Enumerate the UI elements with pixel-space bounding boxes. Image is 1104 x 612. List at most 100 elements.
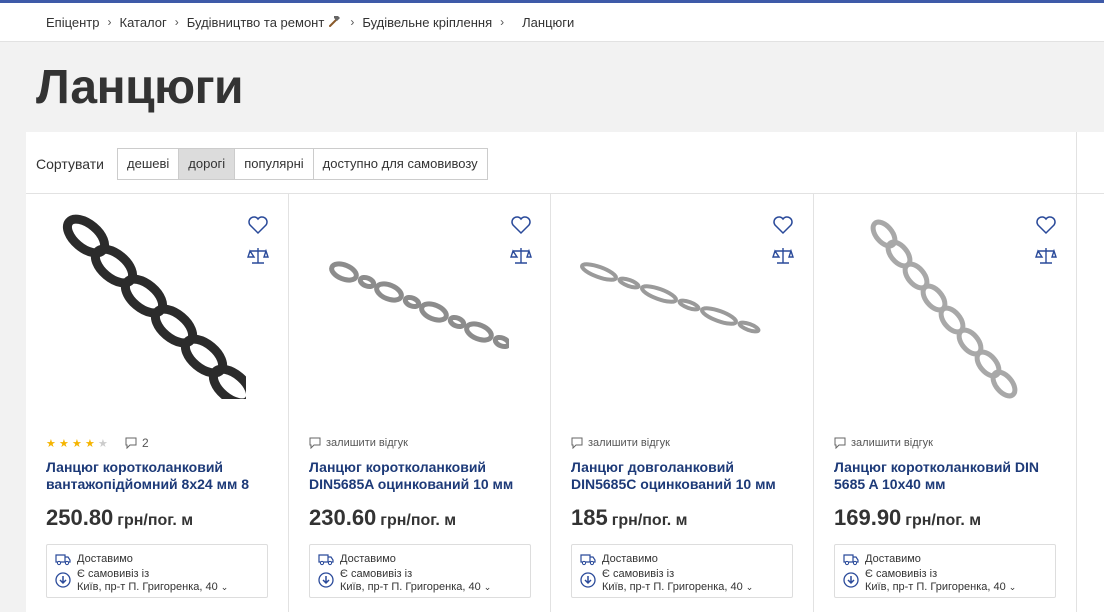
comment-icon [309,437,321,449]
price-unit: грн/пог. м [611,512,688,529]
delivery-info: Доставимо Є самовивіз із Київ, пр-т П. Г… [834,544,1056,598]
star-icon: ★ [85,437,95,450]
product-card[interactable]: ★ ★ ★ ★ ★ 2 Ланцюг коротколанковий ванта… [26,194,288,612]
sort-popular-button[interactable]: популярні [235,149,314,179]
price-value: 185 [571,505,608,530]
reviews-count-value: 2 [142,436,149,450]
product-card[interactable]: залишити відгук Ланцюг довголанковий DIN… [551,194,813,612]
catalog-panel: Сортувати дешеві дорогі популярні доступ… [26,132,1104,612]
star-icon: ★ [72,437,82,450]
comment-icon [571,437,583,449]
truck-icon [580,553,596,565]
comment-icon [834,437,846,449]
divider [1076,194,1077,612]
chevron-down-icon: ⌄ [745,582,754,592]
chevron-right-icon: › [500,15,505,29]
product-card[interactable]: залишити відгук Ланцюг коротколанковий D… [814,194,1076,612]
comment-icon [125,437,137,449]
sort-bar: Сортувати дешеві дорогі популярні доступ… [26,132,1104,194]
pickup-address[interactable]: Київ, пр-т П. Григоренка, 40 ⌄ [865,581,1016,594]
heart-icon[interactable] [510,214,532,236]
sort-expensive-button[interactable]: дорогі [179,149,236,179]
delivery-info: Доставимо Є самовивіз із Київ, пр-т П. Г… [571,544,793,598]
delivery-label: Доставимо [340,552,396,565]
heart-icon[interactable] [772,214,794,236]
product-card[interactable]: залишити відгук Ланцюг коротколанковий D… [289,194,551,612]
compare-scales-icon[interactable] [1035,245,1057,267]
sort-pickup-button[interactable]: доступно для самовивозу [313,149,487,179]
product-image-black-chain[interactable] [46,214,246,399]
price-value: 230.60 [309,505,377,530]
product-image-long-link-chain[interactable] [571,214,771,399]
page-title: Ланцюги [36,61,244,114]
star-icon: ★ [59,437,69,450]
product-image-steel-chain[interactable] [834,214,1034,399]
reviews-count[interactable]: 2 [125,436,149,450]
star-empty-icon: ★ [98,437,108,450]
price-value: 250.80 [46,505,114,530]
delivery-info: Доставимо Є самовивіз із Київ, пр-т П. Г… [46,544,268,598]
chevron-right-icon: › [107,15,112,29]
delivery-label: Доставимо [602,552,658,565]
product-grid: ★ ★ ★ ★ ★ 2 Ланцюг коротколанковий ванта… [26,194,1104,612]
pickup-label: Є самовивіз із [602,568,675,580]
product-price: 250.80 грн/пог. м [46,505,193,531]
price-unit: грн/пог. м [905,512,982,529]
breadcrumb-item-construction[interactable]: Будівництво та ремонт [187,15,325,30]
chevron-right-icon: › [174,15,179,29]
pickup-label: Є самовивіз із [865,568,938,580]
breadcrumb-item-fasteners[interactable]: Будівельне кріплення [362,15,492,30]
star-icon: ★ [46,437,56,450]
pickup-address[interactable]: Київ, пр-т П. Григоренка, 40 ⌄ [602,581,753,594]
product-name[interactable]: Ланцюг коротколанковий DIN5685A оцинкова… [309,459,531,493]
truck-icon [843,553,859,565]
breadcrumb-current: Ланцюги [522,14,575,30]
rating[interactable]: ★ ★ ★ ★ ★ 2 [46,436,149,450]
product-image-galvanized-chain[interactable] [309,214,509,399]
pickup-label: Є самовивіз із [340,568,413,580]
breadcrumb-item-home[interactable]: Епіцентр [46,15,100,30]
leave-review-label: залишити відгук [851,437,933,449]
truck-icon [318,553,334,565]
divider [1076,132,1077,194]
product-name[interactable]: Ланцюг коротколанковий вантажопідйомний … [46,459,268,493]
hammer-icon [328,14,342,31]
delivery-label: Доставимо [865,552,921,565]
pickup-icon [580,572,596,588]
pickup-address[interactable]: Київ, пр-т П. Григоренка, 40 ⌄ [77,581,228,594]
breadcrumb: Епіцентр › Каталог › Будівництво та ремо… [0,3,1104,42]
product-price: 169.90 грн/пог. м [834,505,981,531]
compare-scales-icon[interactable] [510,245,532,267]
truck-icon [55,553,71,565]
compare-scales-icon[interactable] [247,245,269,267]
chevron-down-icon: ⌄ [1008,582,1017,592]
breadcrumb-item-catalog[interactable]: Каталог [120,15,167,30]
leave-review-label: залишити відгук [588,437,670,449]
product-price: 185 грн/пог. м [571,505,688,531]
product-name[interactable]: Ланцюг довголанковий DIN5685C оцинковани… [571,459,793,493]
product-name[interactable]: Ланцюг коротколанковий DIN 5685 A 10х40 … [834,459,1056,493]
sort-label: Сортувати [36,156,104,172]
heart-icon[interactable] [247,214,269,236]
price-value: 169.90 [834,505,902,530]
leave-review-link[interactable]: залишити відгук [309,436,408,450]
delivery-info: Доставимо Є самовивіз із Київ, пр-т П. Г… [309,544,531,598]
pickup-icon [843,572,859,588]
sort-cheap-button[interactable]: дешеві [118,149,180,179]
pickup-label: Є самовивіз із [77,568,150,580]
chevron-down-icon: ⌄ [483,582,492,592]
product-price: 230.60 грн/пог. м [309,505,456,531]
price-unit: грн/пог. м [117,512,194,529]
leave-review-link[interactable]: залишити відгук [834,436,933,450]
pickup-icon [318,572,334,588]
leave-review-label: залишити відгук [326,437,408,449]
leave-review-link[interactable]: залишити відгук [571,436,670,450]
chevron-down-icon: ⌄ [220,582,229,592]
pickup-icon [55,572,71,588]
compare-scales-icon[interactable] [772,245,794,267]
heart-icon[interactable] [1035,214,1057,236]
pickup-address[interactable]: Київ, пр-т П. Григоренка, 40 ⌄ [340,581,491,594]
delivery-label: Доставимо [77,552,133,565]
price-unit: грн/пог. м [380,512,457,529]
chevron-right-icon: › [350,15,355,29]
